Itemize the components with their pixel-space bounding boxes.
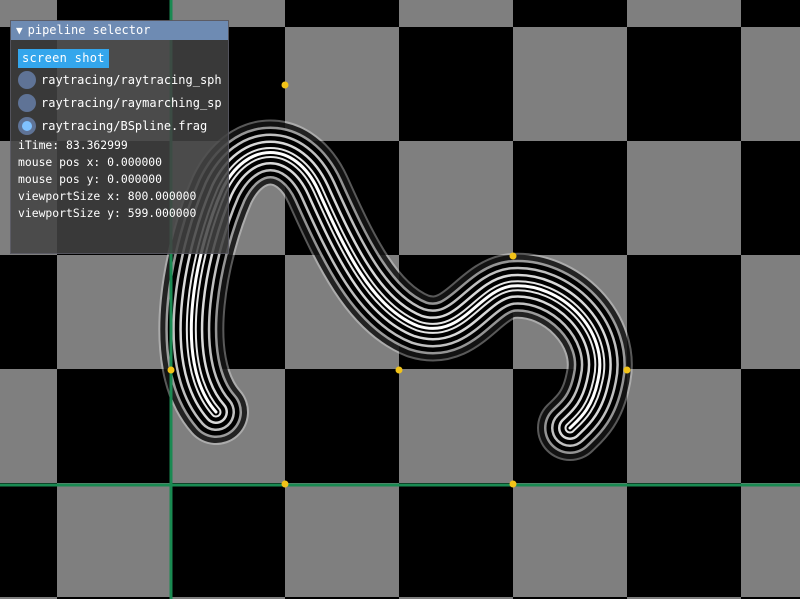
control-point[interactable] <box>623 366 631 374</box>
control-point[interactable] <box>167 366 175 374</box>
screen-shot-button[interactable]: screen shot <box>18 49 109 68</box>
triangle-down-icon[interactable]: ▼ <box>16 21 23 40</box>
control-point[interactable] <box>395 366 403 374</box>
pipeline-option-raymarching-sphere[interactable]: raytracing/raymarching_sphere.frag <box>18 91 221 114</box>
pipeline-selector-window[interactable]: ▼ pipeline selector screen shot raytracin… <box>10 20 229 254</box>
mouse-y-readout: mouse pos y: 0.000000 <box>18 172 163 186</box>
pipeline-option-label: raytracing/BSpline.frag <box>41 118 208 133</box>
viewport-x-readout: viewportSize x: 800.000000 <box>18 189 197 203</box>
pipeline-option-raytracing-sphere[interactable]: raytracing/raytracing_sphere.frag <box>18 68 221 91</box>
control-point[interactable] <box>281 81 289 89</box>
radio-button-selected-icon[interactable] <box>18 116 36 135</box>
control-point[interactable] <box>509 252 517 260</box>
mouse-x-readout: mouse pos x: 0.000000 <box>18 155 163 169</box>
window-title-bar[interactable]: ▼ pipeline selector <box>11 21 228 40</box>
control-point[interactable] <box>281 480 289 488</box>
pipeline-option-label: raytracing/raytracing_sphere.frag <box>41 72 221 87</box>
window-title: pipeline selector <box>27 23 151 37</box>
shader-info: iTime: 83.362999 mouse pos x: 0.000000 m… <box>18 137 221 222</box>
pipeline-option-bspline[interactable]: raytracing/BSpline.frag <box>18 114 221 137</box>
control-point[interactable] <box>509 480 517 488</box>
radio-button-icon[interactable] <box>18 93 36 112</box>
pipeline-option-label: raytracing/raymarching_sphere.frag <box>41 95 221 110</box>
radio-button-icon[interactable] <box>18 70 36 89</box>
itime-readout: iTime: 83.362999 <box>18 138 128 152</box>
viewport-y-readout: viewportSize y: 599.000000 <box>18 206 197 220</box>
